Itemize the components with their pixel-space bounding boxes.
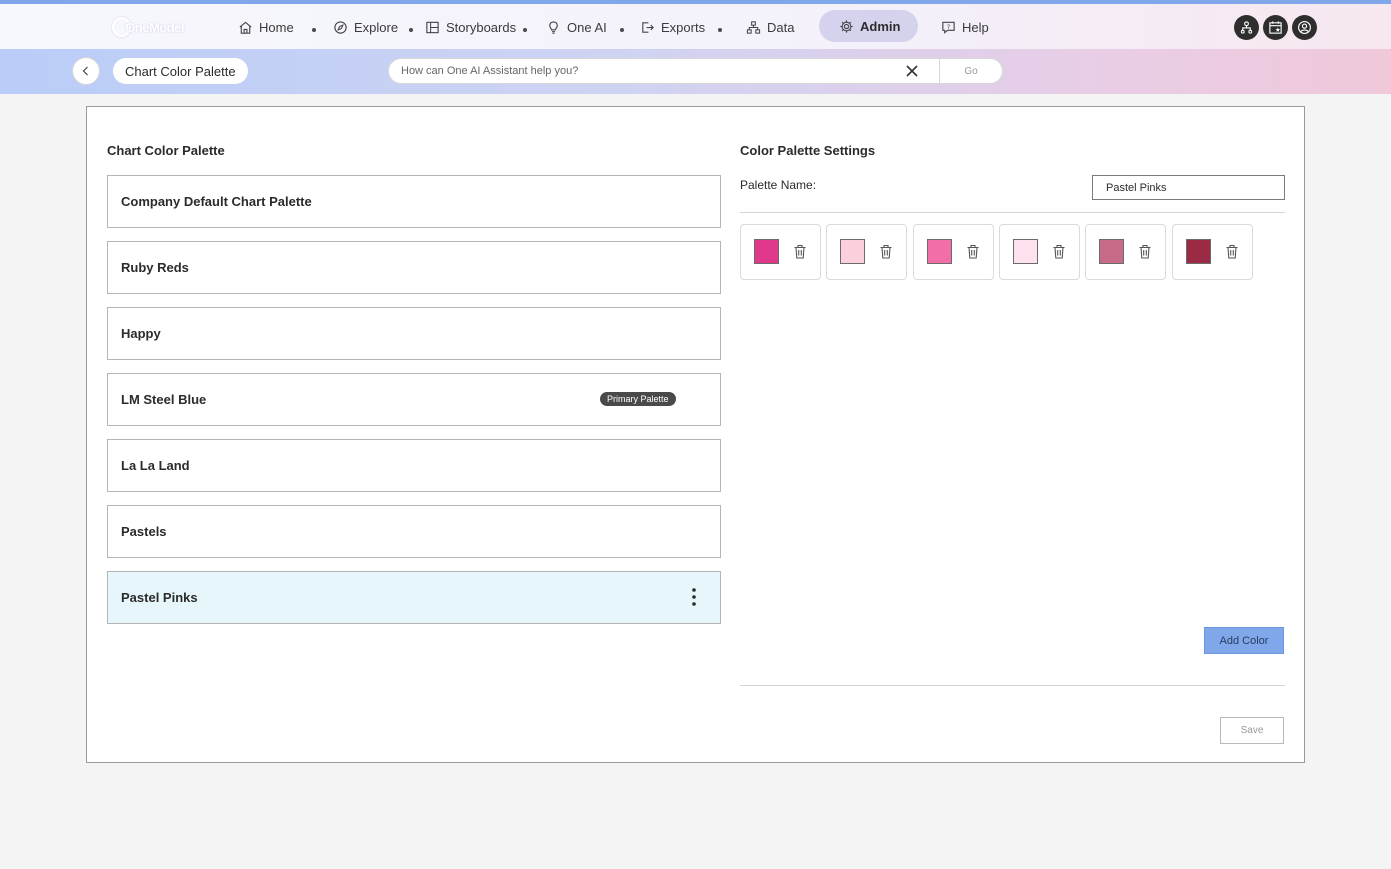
nav-admin[interactable]: Admin bbox=[819, 10, 919, 42]
color-swatch[interactable] bbox=[1099, 239, 1124, 264]
primary-palette-badge: Primary Palette bbox=[600, 392, 676, 406]
nav-help[interactable]: ? Help bbox=[941, 12, 989, 42]
home-icon bbox=[239, 21, 252, 34]
export-icon bbox=[642, 21, 654, 33]
color-swatch-card bbox=[740, 224, 821, 280]
app-logo[interactable]: OneModel bbox=[112, 13, 184, 41]
back-button[interactable] bbox=[72, 57, 100, 85]
palette-list-title: Chart Color Palette bbox=[107, 143, 225, 158]
color-swatch-card bbox=[913, 224, 994, 280]
palette-item-name: LM Steel Blue bbox=[121, 392, 207, 407]
go-button[interactable]: Go bbox=[939, 59, 1002, 83]
color-swatch-card bbox=[999, 224, 1080, 280]
nav-one-ai[interactable]: One AI bbox=[546, 12, 607, 42]
assistant-search-bar: Go bbox=[388, 58, 1003, 84]
color-swatch[interactable] bbox=[840, 239, 865, 264]
nav-exports-label: Exports bbox=[661, 19, 706, 35]
palette-name-field[interactable] bbox=[1092, 175, 1285, 200]
divider bbox=[740, 212, 1285, 213]
nav-storyboards-label: Storyboards bbox=[446, 19, 517, 35]
palette-item[interactable]: Ruby Reds bbox=[107, 241, 721, 294]
settings-title: Color Palette Settings bbox=[740, 143, 876, 158]
nav-admin-label: Admin bbox=[860, 18, 901, 34]
palette-item[interactable]: La La Land bbox=[107, 439, 721, 492]
breadcrumb: Chart Color Palette bbox=[113, 58, 248, 84]
color-swatch[interactable] bbox=[1186, 239, 1211, 264]
palette-item-name: Happy bbox=[121, 326, 161, 341]
nav-separator bbox=[312, 28, 316, 32]
palette-item[interactable]: Happy bbox=[107, 307, 721, 360]
chevron-left-icon bbox=[82, 66, 88, 76]
palette-panel: Chart Color Palette Company Default Char… bbox=[86, 106, 1305, 763]
palette-item[interactable]: Pastels bbox=[107, 505, 721, 558]
palette-item-name: Company Default Chart Palette bbox=[121, 194, 312, 209]
user-circle-icon bbox=[1298, 21, 1311, 34]
sitemap-button[interactable] bbox=[1234, 15, 1259, 40]
color-swatch-card bbox=[826, 224, 907, 280]
nav-storyboards[interactable]: Storyboards bbox=[425, 12, 516, 42]
palette-item-name: Pastels bbox=[121, 524, 167, 539]
nav-separator bbox=[409, 28, 413, 32]
nav-data[interactable]: Data bbox=[746, 12, 794, 42]
logo-text: OneModel bbox=[125, 19, 184, 35]
calendar-star-icon bbox=[1269, 21, 1282, 34]
palette-item-name: Pastel Pinks bbox=[121, 590, 198, 605]
compass-icon bbox=[334, 20, 347, 34]
nav-separator bbox=[718, 28, 722, 32]
calendar-button[interactable] bbox=[1263, 15, 1288, 40]
add-color-button[interactable]: Add Color bbox=[1204, 627, 1284, 654]
assistant-input[interactable] bbox=[401, 59, 891, 83]
more-options-icon[interactable] bbox=[690, 587, 698, 607]
lightbulb-icon bbox=[549, 20, 558, 34]
nav-explore-label: Explore bbox=[354, 19, 399, 35]
palette-name-label: Palette Name: bbox=[740, 178, 817, 192]
color-swatch[interactable] bbox=[927, 239, 952, 264]
color-swatch[interactable] bbox=[1013, 239, 1038, 264]
color-swatch-card bbox=[1172, 224, 1253, 280]
nav-home[interactable]: Home bbox=[238, 12, 294, 42]
trash-icon[interactable] bbox=[879, 244, 893, 259]
trash-icon[interactable] bbox=[1052, 244, 1066, 259]
color-swatch-card bbox=[1085, 224, 1166, 280]
sitemap-icon bbox=[1240, 21, 1253, 34]
trash-icon[interactable] bbox=[1138, 244, 1152, 259]
trash-icon[interactable] bbox=[793, 244, 807, 259]
save-button[interactable]: Save bbox=[1220, 717, 1284, 744]
nav-explore[interactable]: Explore bbox=[333, 12, 398, 42]
color-swatch[interactable] bbox=[754, 239, 779, 264]
help-chat-icon: ? bbox=[942, 21, 955, 34]
palette-item[interactable]: LM Steel Blue Primary Palette bbox=[107, 373, 721, 426]
close-icon[interactable] bbox=[905, 64, 919, 78]
svg-text:?: ? bbox=[947, 22, 951, 30]
nav-exports[interactable]: Exports bbox=[640, 12, 705, 42]
nav-one-ai-label: One AI bbox=[567, 19, 607, 35]
data-hierarchy-icon bbox=[746, 20, 761, 34]
top-navigation: OneModel Home Explore Storyboards One AI… bbox=[0, 4, 1391, 49]
trash-icon[interactable] bbox=[966, 244, 980, 259]
nav-separator bbox=[523, 28, 527, 32]
nav-data-label: Data bbox=[767, 19, 795, 35]
palette-item[interactable]: Company Default Chart Palette bbox=[107, 175, 721, 228]
nav-separator bbox=[620, 28, 624, 32]
user-profile-button[interactable] bbox=[1292, 15, 1317, 40]
trash-icon[interactable] bbox=[1225, 244, 1239, 259]
divider bbox=[740, 685, 1285, 686]
gear-icon bbox=[840, 19, 853, 33]
nav-home-label: Home bbox=[259, 19, 294, 35]
storyboard-icon bbox=[426, 21, 439, 33]
palette-item-selected[interactable]: Pastel Pinks bbox=[107, 571, 721, 624]
nav-help-label: Help bbox=[962, 19, 989, 35]
palette-item-name: La La Land bbox=[121, 458, 190, 473]
palette-item-name: Ruby Reds bbox=[121, 260, 189, 275]
